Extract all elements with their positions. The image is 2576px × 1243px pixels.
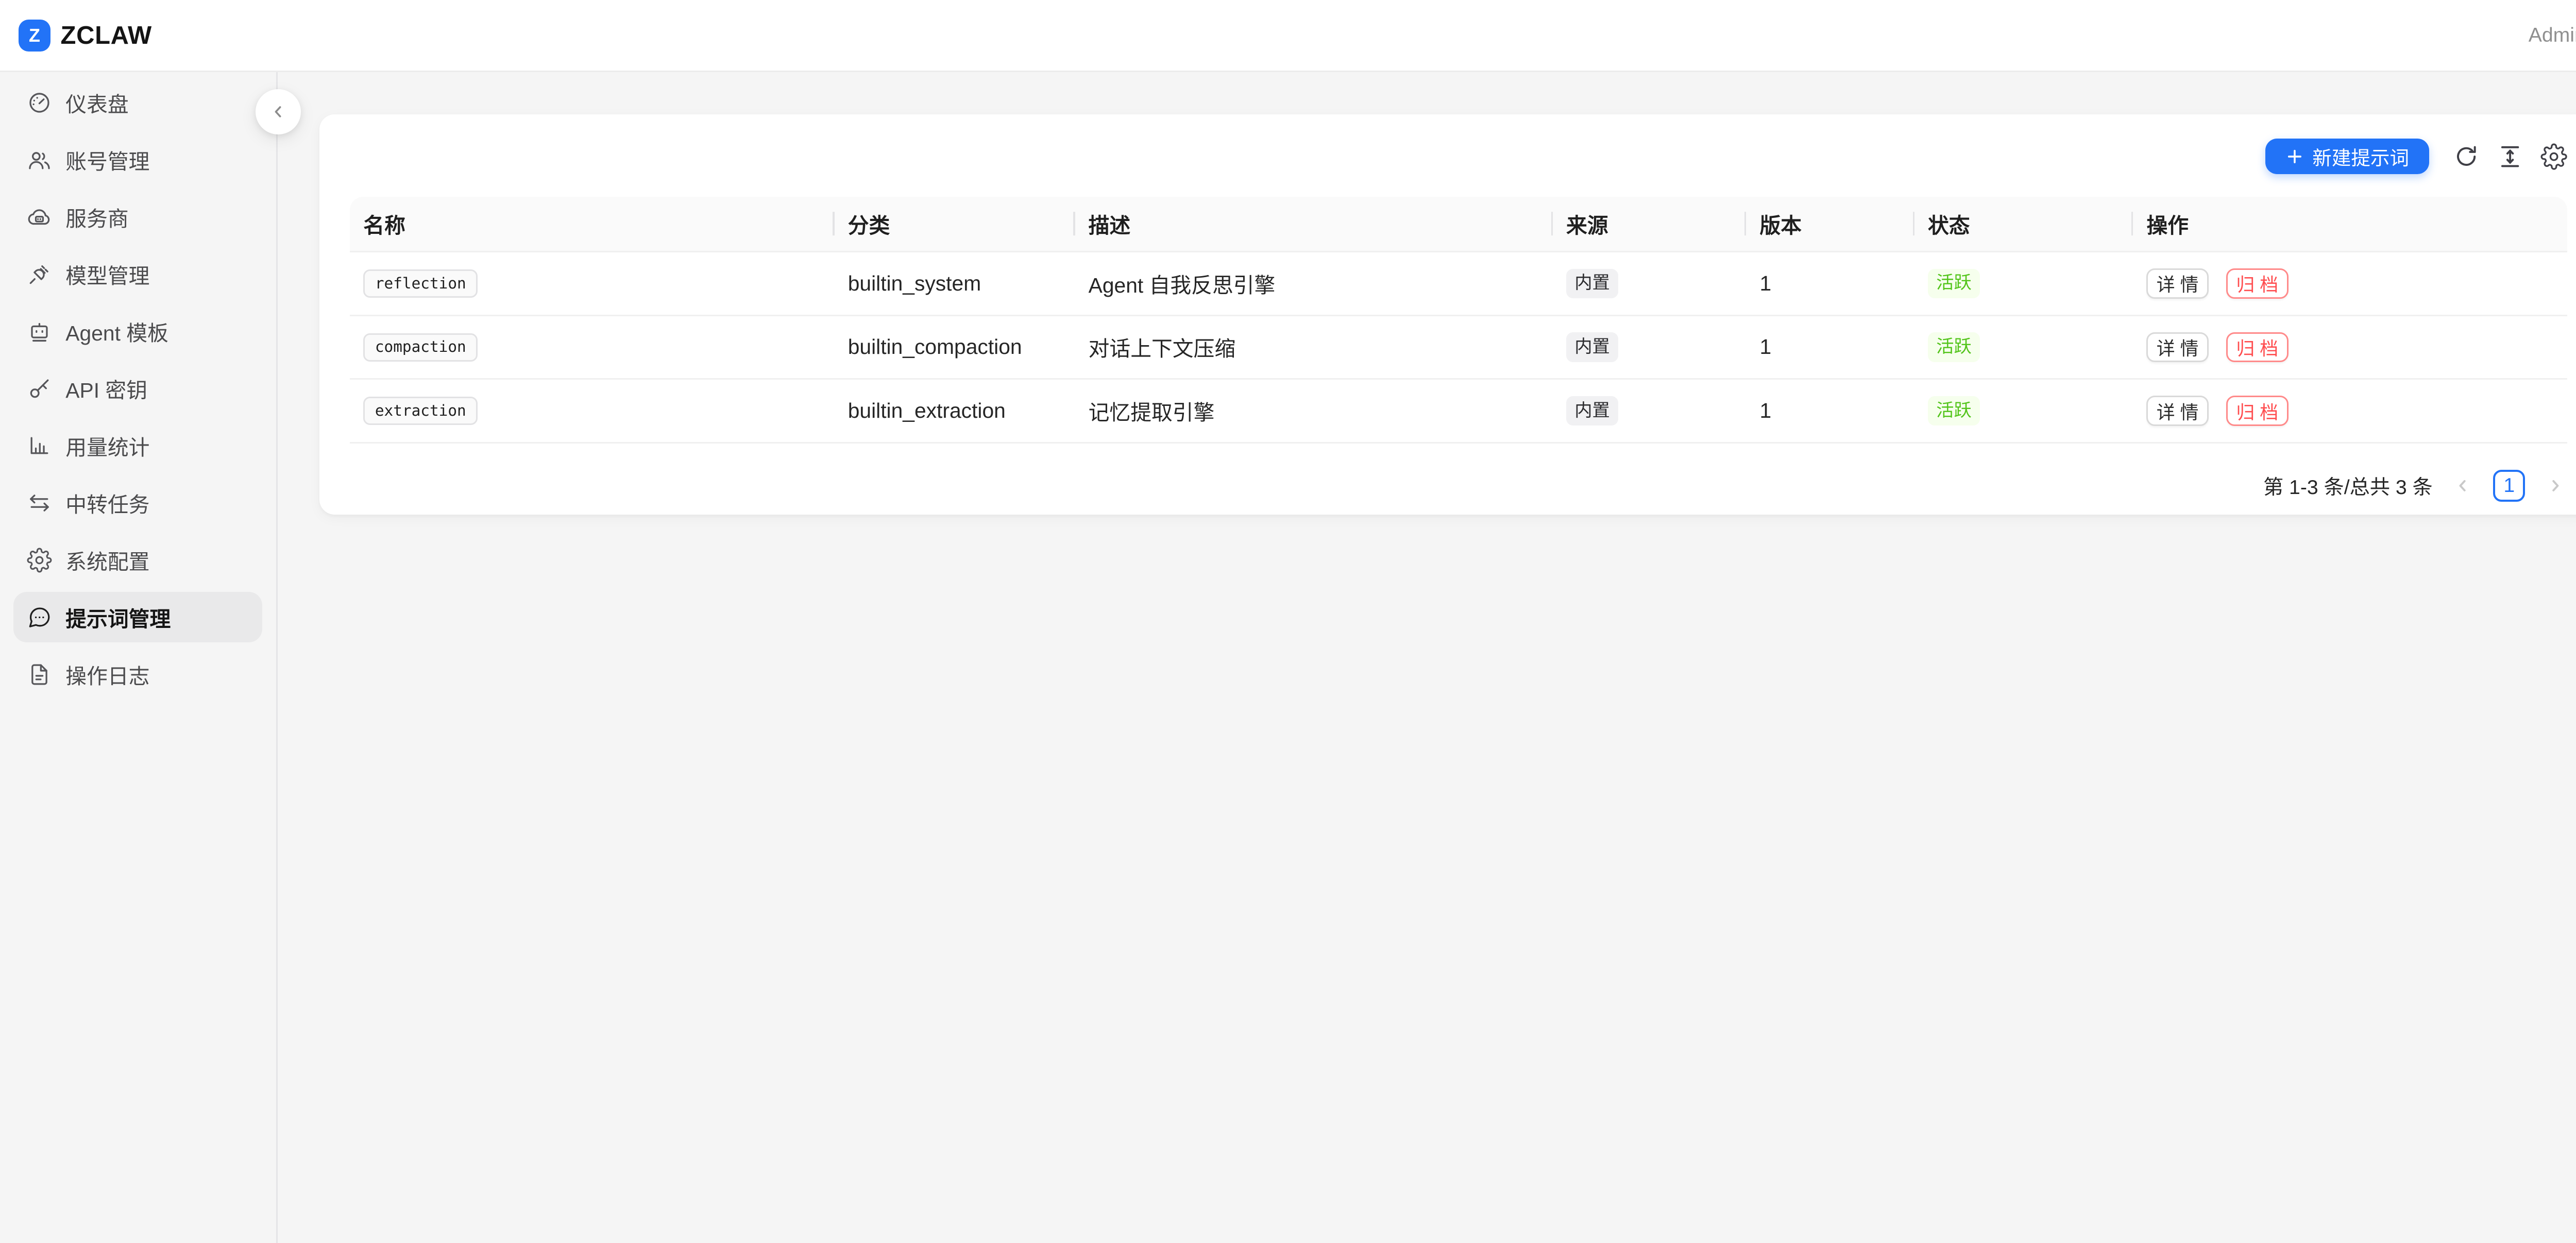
- sidebar: 仪表盘 账号管理 服务商 模型管理 Agent 模板 API 密钥 用量统计: [0, 72, 278, 1243]
- detail-button[interactable]: 详 情: [2146, 268, 2208, 299]
- status-badge: 活跃: [1928, 396, 1980, 425]
- sidebar-item[interactable]: Agent 模板: [13, 306, 262, 356]
- sidebar-item-label: API 密钥: [65, 373, 147, 404]
- message-icon: [27, 605, 52, 630]
- chevron-left-icon: [269, 103, 287, 121]
- pagination-next-button[interactable]: [2544, 474, 2567, 498]
- prompt-category: builtin_extraction: [848, 399, 1006, 422]
- key-icon: [27, 376, 52, 401]
- table-row: compaction builtin_compaction 对话上下文压缩 内置…: [350, 316, 2567, 380]
- new-prompt-button[interactable]: 新建提示词: [2265, 139, 2429, 174]
- topbar: Z ZCLAW Admin: [0, 0, 2576, 72]
- brand-logo: Z: [19, 20, 50, 52]
- sidebar-item-label: 提示词管理: [65, 602, 171, 633]
- column-header-status: 状态: [1914, 197, 2133, 252]
- brand-name: ZCLAW: [61, 21, 152, 50]
- column-header-description: 描述: [1075, 197, 1553, 252]
- sidebar-item-label: 操作日志: [65, 659, 149, 690]
- sidebar-item[interactable]: 账号管理: [13, 134, 262, 185]
- cloud-server-icon: [27, 205, 52, 230]
- api-icon: [27, 262, 52, 287]
- sidebar-item-label: 用量统计: [65, 431, 149, 461]
- chevron-right-icon: [2546, 476, 2565, 495]
- prompt-category: builtin_compaction: [848, 335, 1022, 359]
- prompt-table: 名称 分类 描述 来源 版本 状态 操作 reflection builtin_…: [350, 197, 2567, 444]
- sidebar-item[interactable]: 模型管理: [13, 249, 262, 299]
- sidebar-item[interactable]: 操作日志: [13, 649, 262, 700]
- status-badge: 活跃: [1928, 332, 1980, 362]
- setting-icon: [27, 548, 52, 573]
- column-header-source: 来源: [1553, 197, 1747, 252]
- toolbar: 新建提示词: [350, 138, 2567, 175]
- prompt-table-card: 新建提示词 名称 分类 描述 来源 版本 状: [319, 114, 2576, 515]
- prompt-category: builtin_system: [848, 271, 981, 295]
- sidebar-item[interactable]: 中转任务: [13, 478, 262, 528]
- sidebar-item[interactable]: 仪表盘: [13, 77, 262, 128]
- prompt-description: 记忆提取引擎: [1089, 401, 1215, 424]
- column-header-category: 分类: [835, 197, 1075, 252]
- sidebar-item[interactable]: 系统配置: [13, 535, 262, 585]
- pagination-page-1[interactable]: 1: [2493, 470, 2525, 502]
- bar-chart-icon: [27, 433, 52, 458]
- sidebar-item[interactable]: 用量统计: [13, 420, 262, 471]
- sidebar-item-label: 仪表盘: [65, 88, 128, 118]
- sidebar-item-label: 中转任务: [65, 488, 149, 518]
- pagination-prev-button[interactable]: [2451, 474, 2475, 498]
- prompt-description: Agent 自我反思引擎: [1089, 274, 1276, 297]
- prompt-name-tag: extraction: [363, 397, 478, 425]
- archive-button[interactable]: 归 档: [2226, 332, 2288, 363]
- sidebar-item-label: 模型管理: [65, 259, 149, 290]
- brand-logo-letter: Z: [29, 25, 40, 46]
- sidebar-item[interactable]: API 密钥: [13, 363, 262, 414]
- sidebar-item[interactable]: 服务商: [13, 192, 262, 242]
- plus-icon: [2285, 147, 2304, 166]
- prompt-name-tag: reflection: [363, 269, 478, 298]
- dashboard-icon: [27, 90, 52, 115]
- table-header-row: 名称 分类 描述 来源 版本 状态 操作: [350, 197, 2567, 252]
- column-header-name: 名称: [350, 197, 834, 252]
- setting-icon[interactable]: [2540, 143, 2567, 170]
- prompt-version: 1: [1759, 271, 1771, 295]
- column-header-version: 版本: [1746, 197, 1914, 252]
- table-row: extraction builtin_extraction 记忆提取引擎 内置 …: [350, 380, 2567, 444]
- detail-button[interactable]: 详 情: [2146, 396, 2208, 426]
- prompt-version: 1: [1759, 335, 1771, 359]
- sidebar-item-label: 系统配置: [65, 545, 149, 575]
- sidebar-collapse-button[interactable]: [256, 89, 301, 134]
- chevron-left-icon: [2453, 476, 2472, 495]
- prompt-name-tag: compaction: [363, 333, 478, 362]
- column-height-icon[interactable]: [2497, 143, 2523, 170]
- team-icon: [27, 147, 52, 173]
- prompt-version: 1: [1759, 399, 1771, 422]
- column-header-actions: 操作: [2133, 197, 2567, 252]
- sidebar-item-label: 账号管理: [65, 145, 149, 175]
- archive-button[interactable]: 归 档: [2226, 396, 2288, 426]
- detail-button[interactable]: 详 情: [2146, 332, 2208, 363]
- source-badge: 内置: [1566, 396, 1618, 425]
- status-badge: 活跃: [1928, 269, 1980, 298]
- table-row: reflection builtin_system Agent 自我反思引擎 内…: [350, 252, 2567, 316]
- robot-icon: [27, 319, 52, 344]
- source-badge: 内置: [1566, 269, 1618, 298]
- sidebar-item-label: 服务商: [65, 202, 128, 232]
- sidebar-item-label: Agent 模板: [65, 316, 168, 347]
- reload-icon[interactable]: [2453, 143, 2480, 170]
- source-badge: 内置: [1566, 332, 1618, 362]
- archive-button[interactable]: 归 档: [2226, 268, 2288, 299]
- prompt-description: 对话上下文压缩: [1089, 337, 1236, 361]
- user-menu[interactable]: Admin: [2529, 24, 2576, 47]
- new-prompt-button-label: 新建提示词: [2312, 142, 2409, 171]
- swap-icon: [27, 490, 52, 516]
- file-text-icon: [27, 662, 52, 687]
- pagination-total: 第 1-3 条/总共 3 条: [2263, 471, 2433, 500]
- pagination: 第 1-3 条/总共 3 条 1: [350, 467, 2567, 504]
- sidebar-item[interactable]: 提示词管理: [13, 592, 262, 642]
